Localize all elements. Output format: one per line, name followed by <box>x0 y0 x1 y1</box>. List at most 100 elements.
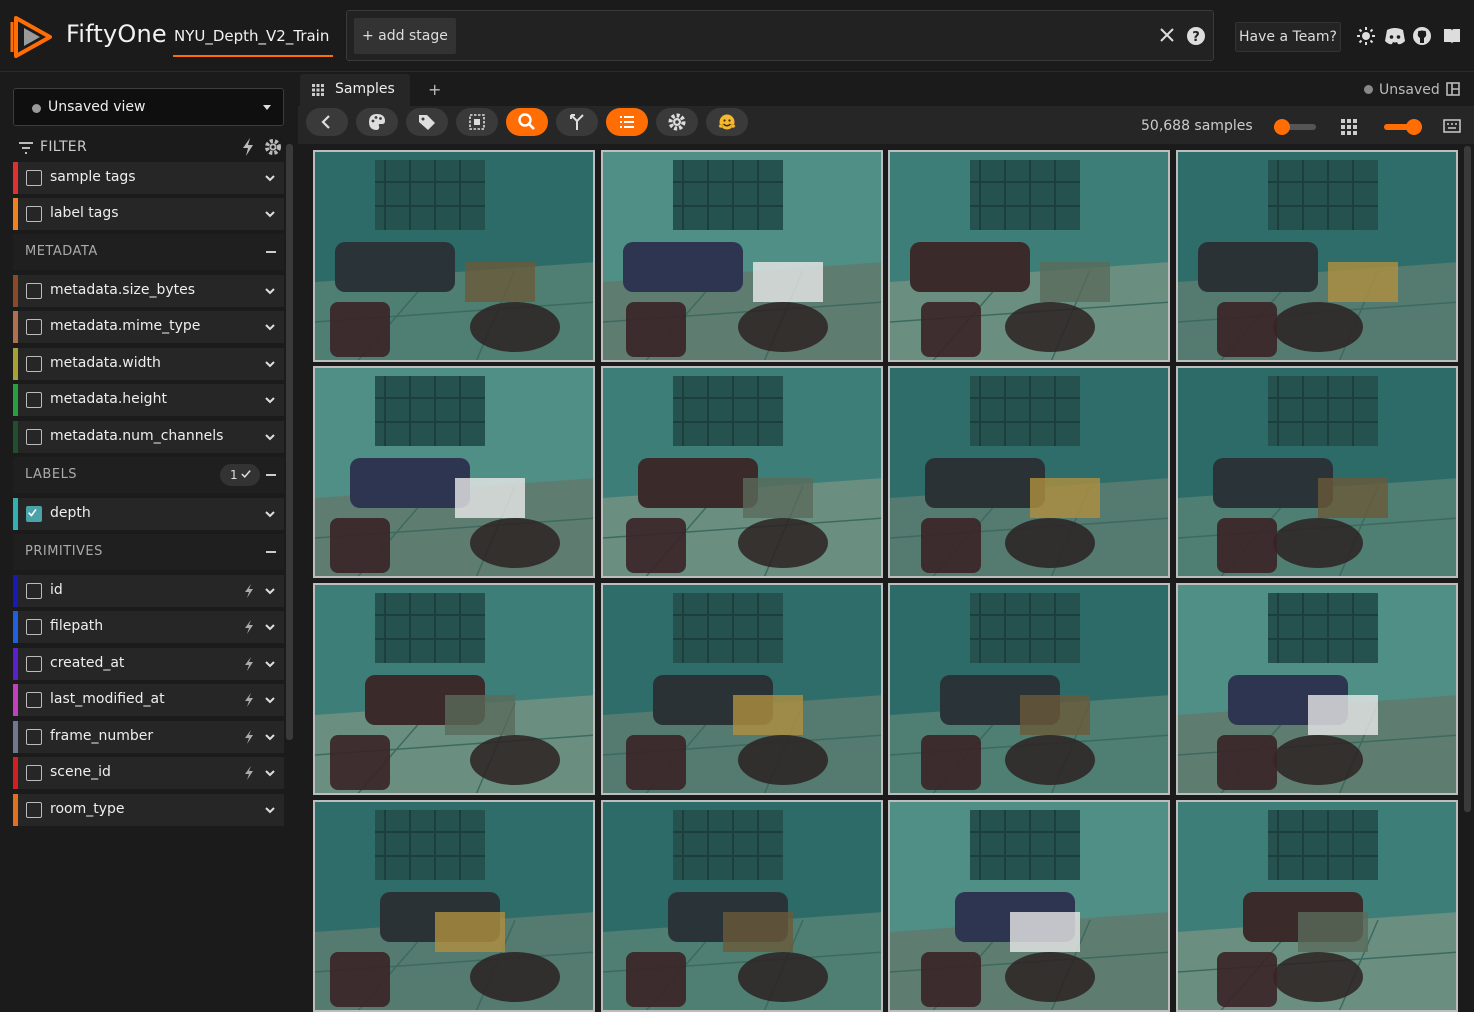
field-checkbox[interactable] <box>26 283 42 299</box>
layout-icon[interactable] <box>1446 82 1460 96</box>
sample-tile[interactable] <box>888 583 1170 795</box>
chevron-down-icon[interactable] <box>264 658 276 670</box>
sample-tile[interactable] <box>601 583 883 795</box>
lightning-icon[interactable] <box>244 693 254 707</box>
fiftyone-logo-icon[interactable] <box>10 14 56 60</box>
sample-tile[interactable] <box>313 150 595 362</box>
add-stage-button[interactable]: + add stage <box>354 18 456 54</box>
lightning-icon[interactable] <box>244 730 254 744</box>
collapse-icon[interactable] <box>266 551 276 553</box>
chevron-down-icon[interactable] <box>264 358 276 370</box>
slider-knob[interactable] <box>1406 119 1422 135</box>
sidebar-scrollbar[interactable] <box>286 144 293 740</box>
sidebar-field-row[interactable]: sample tags <box>13 162 284 194</box>
dataset-selector[interactable]: NYU_Depth_V2_Train <box>174 27 329 45</box>
tab-samples[interactable]: Samples <box>300 74 410 106</box>
sidebar-group-header[interactable]: METADATA <box>13 234 284 270</box>
lightning-icon[interactable] <box>244 620 254 634</box>
chevron-down-icon[interactable] <box>264 285 276 297</box>
sample-tile[interactable] <box>313 366 595 578</box>
similarity-search-button[interactable] <box>506 108 548 136</box>
huggingface-button[interactable] <box>706 108 748 136</box>
field-checkbox[interactable] <box>26 656 42 672</box>
sidebar-field-row[interactable]: id <box>13 575 284 607</box>
sidebar-field-row[interactable]: scene_id <box>13 757 284 789</box>
discord-icon[interactable] <box>1384 26 1406 46</box>
github-icon[interactable] <box>1412 26 1432 46</box>
panels-button[interactable] <box>606 108 648 136</box>
sidebar-field-row[interactable]: depth <box>13 498 284 530</box>
sidebar-field-row[interactable]: room_type <box>13 794 284 826</box>
sample-tile[interactable] <box>1176 150 1458 362</box>
field-checkbox[interactable] <box>26 619 42 635</box>
sample-tile[interactable] <box>1176 366 1458 578</box>
sidebar-field-row[interactable]: metadata.width <box>13 348 284 380</box>
field-checkbox[interactable] <box>26 583 42 599</box>
chevron-down-icon[interactable] <box>264 731 276 743</box>
selected-count-badge[interactable]: 1 <box>220 464 260 486</box>
chevron-down-icon[interactable] <box>264 767 276 779</box>
gear-icon[interactable] <box>264 138 282 156</box>
sidebar-field-row[interactable]: frame_number <box>13 721 284 753</box>
field-checkbox[interactable] <box>26 392 42 408</box>
back-button[interactable] <box>306 108 348 136</box>
grid-density-icon[interactable] <box>1341 119 1357 135</box>
chevron-down-icon[interactable] <box>264 804 276 816</box>
sample-tile[interactable] <box>313 583 595 795</box>
field-checkbox[interactable] <box>26 356 42 372</box>
tag-button[interactable] <box>406 108 448 136</box>
sidebar-field-row[interactable]: label tags <box>13 198 284 230</box>
collapse-icon[interactable] <box>266 251 276 253</box>
brand-name[interactable]: FiftyOne <box>66 20 167 48</box>
view-bar[interactable] <box>346 10 1214 61</box>
add-panel-button[interactable]: + <box>428 80 441 99</box>
have-a-team-button[interactable]: Have a Team? <box>1235 22 1341 52</box>
keyboard-icon[interactable] <box>1443 118 1461 134</box>
sample-tile[interactable] <box>601 800 883 1012</box>
sample-tile[interactable] <box>313 800 595 1012</box>
chevron-down-icon[interactable] <box>264 585 276 597</box>
chevron-down-icon[interactable] <box>264 321 276 333</box>
zoom-slider[interactable] <box>1384 119 1422 135</box>
settings-button[interactable] <box>656 108 698 136</box>
sidebar-group-header[interactable]: LABELS 1 <box>13 457 284 493</box>
collapse-icon[interactable] <box>266 474 276 476</box>
chevron-down-icon[interactable] <box>264 208 276 220</box>
chevron-down-icon[interactable] <box>264 508 276 520</box>
field-checkbox[interactable] <box>26 802 42 818</box>
patches-button[interactable] <box>456 108 498 136</box>
sample-tile[interactable] <box>1176 800 1458 1012</box>
sample-tile[interactable] <box>888 800 1170 1012</box>
sidebar-field-row[interactable]: filepath <box>13 611 284 643</box>
chevron-down-icon[interactable] <box>264 172 276 184</box>
color-scheme-button[interactable] <box>356 108 398 136</box>
help-icon[interactable]: ? <box>1186 26 1206 46</box>
book-icon[interactable] <box>1442 26 1462 46</box>
field-checkbox[interactable] <box>26 206 42 222</box>
sidebar-field-row[interactable]: last_modified_at <box>13 684 284 716</box>
sidebar-group-header[interactable]: PRIMITIVES <box>13 534 284 570</box>
sample-tile[interactable] <box>601 150 883 362</box>
sample-tile[interactable] <box>888 366 1170 578</box>
sort-by-similarity-button[interactable] <box>556 108 598 136</box>
sidebar-field-row[interactable]: created_at <box>13 648 284 680</box>
sun-icon[interactable] <box>1356 26 1376 46</box>
sidebar-field-row[interactable]: metadata.height <box>13 384 284 416</box>
lightning-icon[interactable] <box>242 138 254 156</box>
left-slider[interactable] <box>1274 119 1316 135</box>
field-checkbox[interactable] <box>26 729 42 745</box>
saved-view-select[interactable]: Unsaved view <box>13 88 284 126</box>
field-checkbox[interactable] <box>26 692 42 708</box>
field-checkbox[interactable] <box>26 506 42 522</box>
sample-tile[interactable] <box>888 150 1170 362</box>
lightning-icon[interactable] <box>244 657 254 671</box>
chevron-down-icon[interactable] <box>264 694 276 706</box>
sidebar-field-row[interactable]: metadata.num_channels <box>13 421 284 453</box>
sample-tile[interactable] <box>1176 583 1458 795</box>
field-checkbox[interactable] <box>26 765 42 781</box>
grid-scrollbar[interactable] <box>1464 146 1471 812</box>
field-checkbox[interactable] <box>26 170 42 186</box>
chevron-down-icon[interactable] <box>264 394 276 406</box>
close-icon[interactable] <box>1158 26 1176 44</box>
field-checkbox[interactable] <box>26 319 42 335</box>
